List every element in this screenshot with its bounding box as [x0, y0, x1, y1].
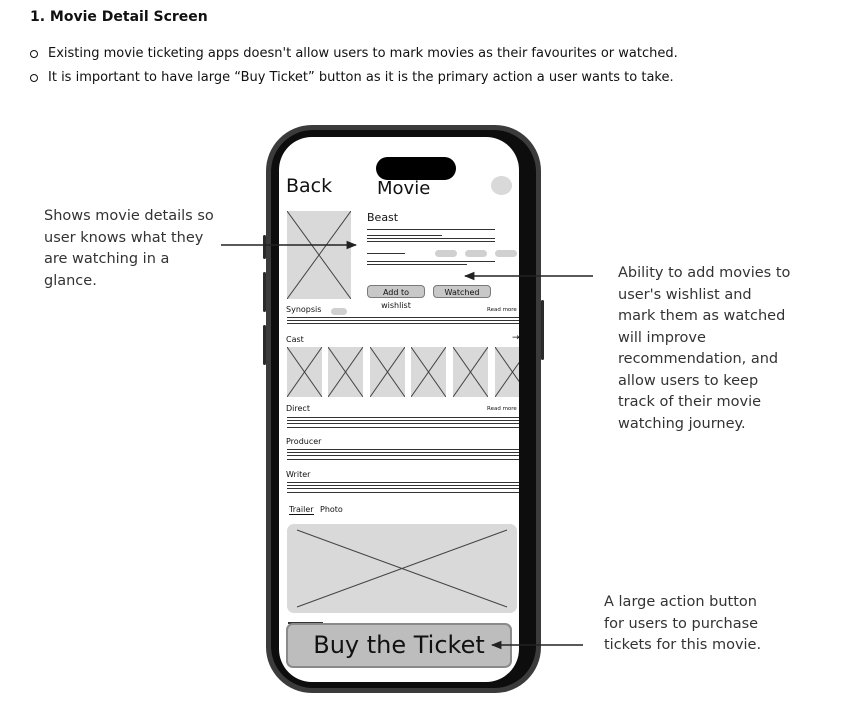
annotation-arrows — [221, 240, 593, 650]
